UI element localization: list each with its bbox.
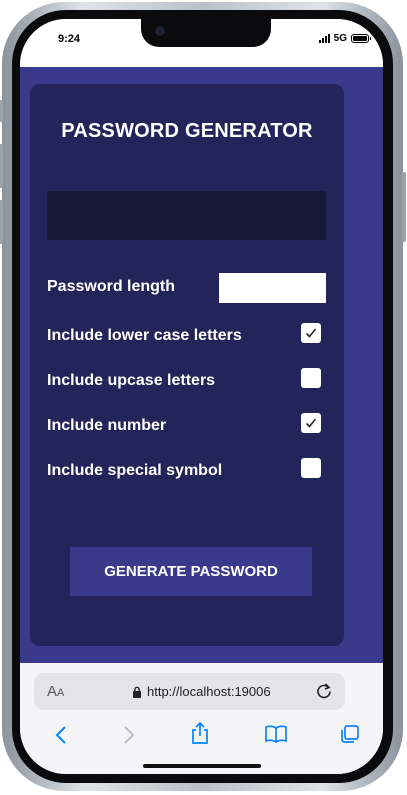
checkmark-icon	[305, 418, 317, 428]
bookmarks-icon[interactable]	[264, 724, 288, 744]
number-checkbox[interactable]	[301, 413, 321, 433]
network-label: 5G	[333, 33, 347, 44]
signal-icon	[318, 34, 330, 43]
notch	[141, 19, 271, 47]
status-bar: 9:24 5G	[20, 19, 383, 67]
status-indicators: 5G	[318, 33, 371, 44]
lowercase-label: Include lower case letters	[47, 327, 242, 344]
length-input[interactable]	[219, 273, 326, 303]
camera-icon	[155, 26, 165, 36]
power-button	[402, 172, 406, 242]
forward-icon[interactable]	[122, 725, 136, 745]
page-title: PASSWORD GENERATOR	[61, 120, 313, 142]
symbol-checkbox[interactable]	[301, 458, 321, 478]
tabs-icon[interactable]	[339, 724, 361, 744]
url-display[interactable]: http://localhost:19006	[132, 684, 271, 699]
screen: 9:24 5G PASSWORD GENERATOR Password leng…	[20, 19, 383, 774]
option-row-number: Include number	[47, 412, 326, 440]
generator-card: PASSWORD GENERATOR Password length Inclu…	[30, 84, 344, 646]
password-output[interactable]	[47, 191, 326, 240]
browser-toolbar: AA http://localhost:19006	[20, 663, 383, 774]
lock-icon	[133, 686, 141, 698]
option-row-symbol: Include special symbol	[47, 457, 326, 485]
uppercase-checkbox[interactable]	[301, 368, 321, 388]
generate-password-button[interactable]: GENERATE PASSWORD	[70, 547, 312, 596]
share-icon[interactable]	[190, 721, 210, 745]
back-icon[interactable]	[54, 725, 68, 745]
volume-down-button	[0, 200, 3, 244]
home-indicator	[143, 764, 261, 768]
text-size-icon[interactable]: AA	[47, 683, 64, 700]
option-row-uppercase: Include upcase letters	[47, 367, 326, 395]
symbol-label: Include special symbol	[47, 462, 223, 479]
checkmark-icon	[305, 328, 317, 338]
status-time: 9:24	[58, 33, 81, 45]
uppercase-label: Include upcase letters	[47, 372, 216, 389]
number-label: Include number	[47, 417, 167, 434]
silent-switch	[0, 100, 3, 122]
url-text: http://localhost:19006	[147, 684, 271, 699]
reload-icon[interactable]	[315, 682, 333, 700]
length-label: Password length	[47, 278, 176, 295]
battery-icon	[351, 34, 371, 43]
phone-frame: 9:24 5G PASSWORD GENERATOR Password leng…	[0, 2, 406, 791]
option-row-length: Password length	[47, 273, 326, 303]
option-row-lowercase: Include lower case letters	[47, 322, 326, 350]
lowercase-checkbox[interactable]	[301, 323, 321, 343]
address-bar[interactable]: AA http://localhost:19006	[34, 673, 345, 710]
app-page: PASSWORD GENERATOR Password length Inclu…	[20, 67, 383, 663]
volume-up-button	[0, 144, 3, 188]
